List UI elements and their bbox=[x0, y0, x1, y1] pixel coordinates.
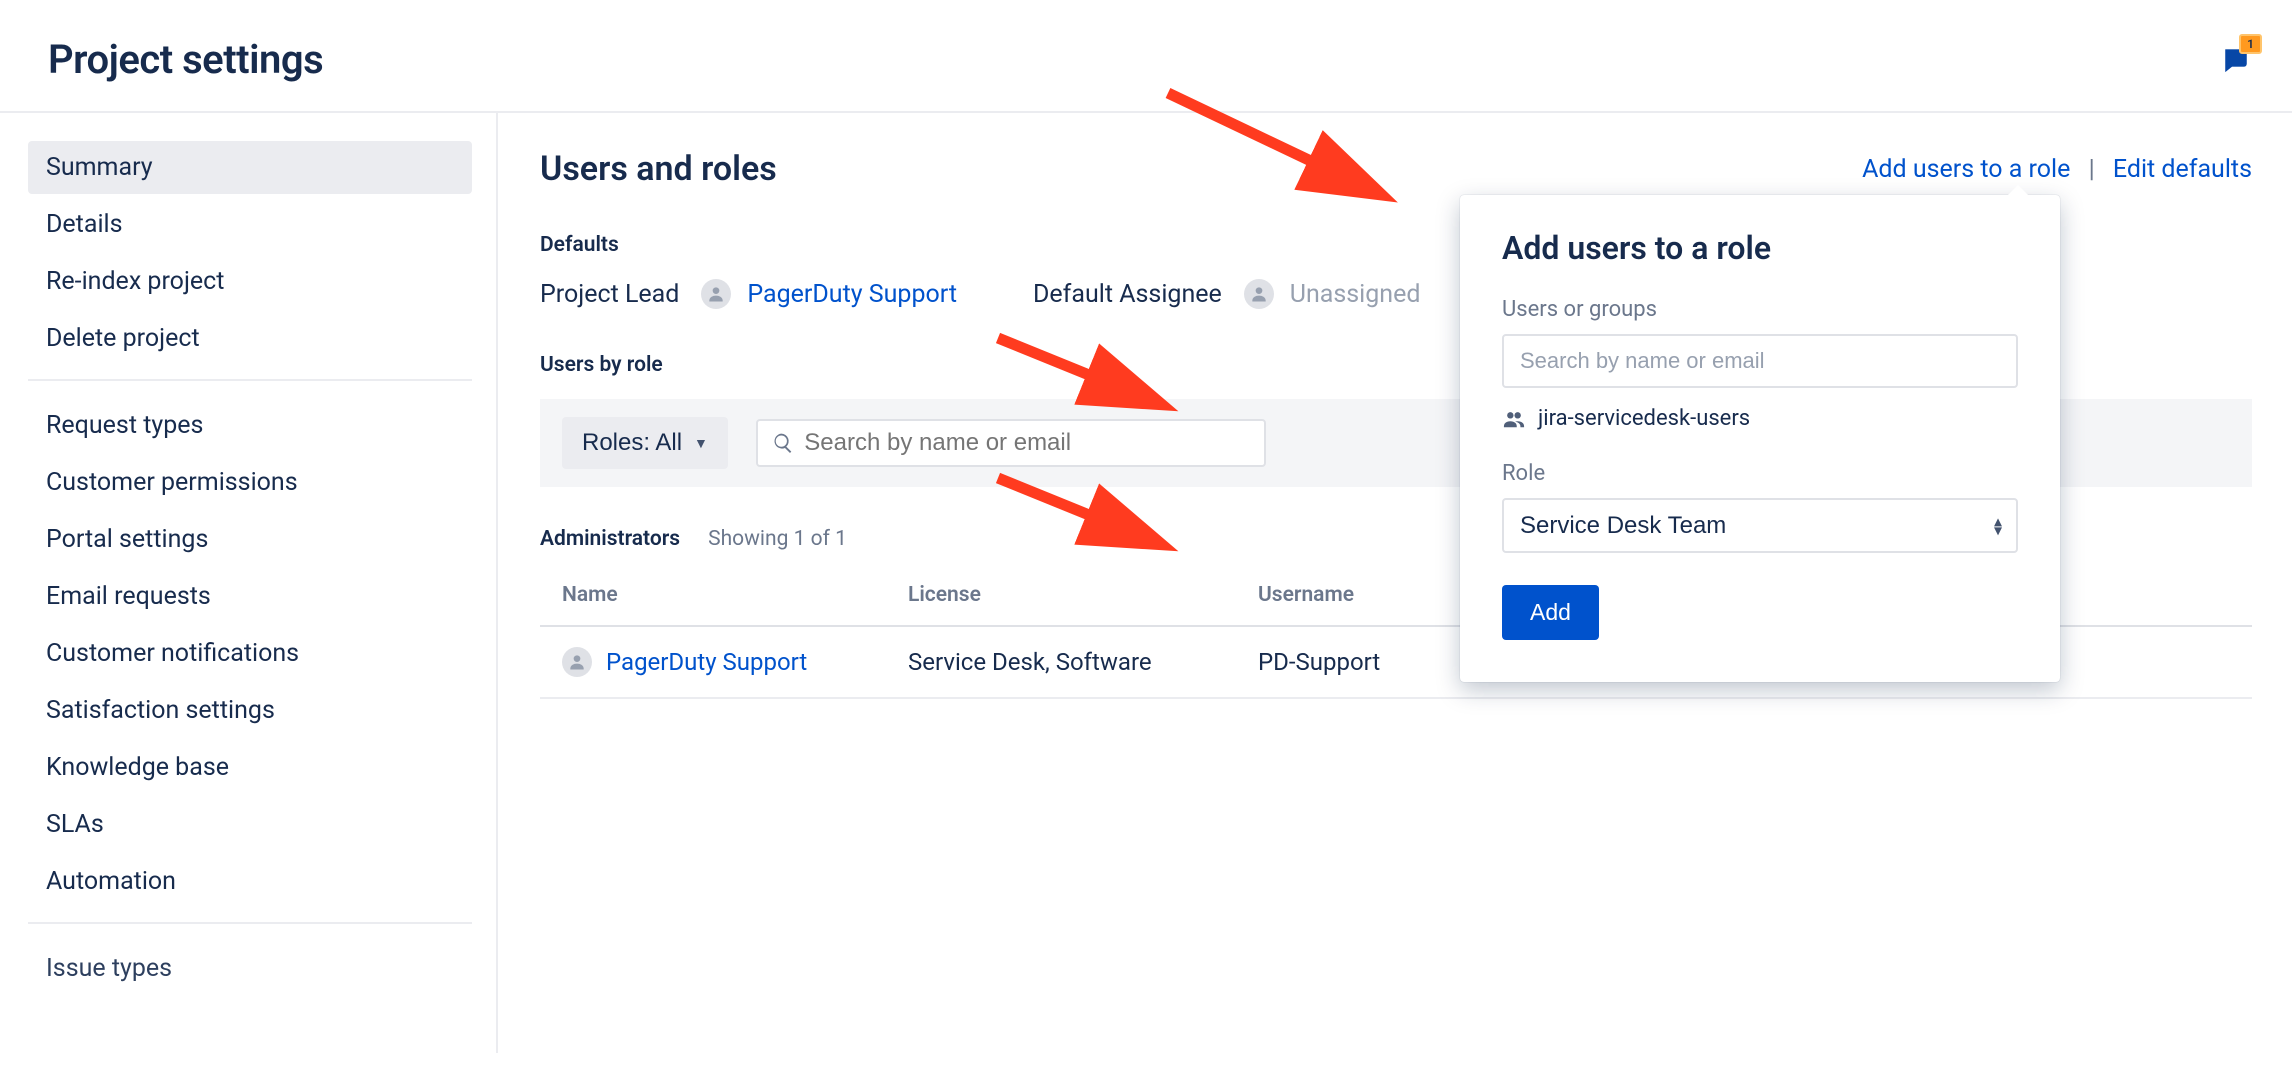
sidebar-item-request-types[interactable]: Request types bbox=[28, 399, 472, 452]
group-chip[interactable]: jira-servicedesk-users bbox=[1502, 406, 2018, 431]
sidebar: Summary Details Re-index project Delete … bbox=[0, 113, 498, 1053]
search-wrapper bbox=[756, 419, 1266, 467]
sidebar-item-portal-settings[interactable]: Portal settings bbox=[28, 513, 472, 566]
role-select[interactable]: Service Desk Team bbox=[1502, 498, 2018, 553]
role-field-label: Role bbox=[1502, 461, 2018, 486]
col-license: License bbox=[900, 569, 1250, 626]
notification-badge: 1 bbox=[2239, 34, 2262, 54]
sidebar-item-details[interactable]: Details bbox=[28, 198, 472, 251]
page-header: Project settings 1 bbox=[0, 0, 2292, 113]
default-assignee-value: Unassigned bbox=[1290, 280, 1421, 309]
roles-filter-button[interactable]: Roles: All ▼ bbox=[562, 417, 728, 469]
section-title: Users and roles bbox=[540, 149, 777, 189]
sidebar-item-satisfaction-settings[interactable]: Satisfaction settings bbox=[28, 684, 472, 737]
edit-defaults-link[interactable]: Edit defaults bbox=[2113, 155, 2252, 184]
sidebar-item-email-requests[interactable]: Email requests bbox=[28, 570, 472, 623]
sidebar-item-automation[interactable]: Automation bbox=[28, 855, 472, 908]
row-name[interactable]: PagerDuty Support bbox=[606, 648, 807, 676]
actions-separator: | bbox=[2089, 155, 2095, 184]
group-chip-label: jira-servicedesk-users bbox=[1538, 406, 1750, 431]
chevron-down-icon: ▼ bbox=[694, 435, 708, 451]
search-input[interactable] bbox=[804, 429, 1250, 457]
sidebar-item-delete[interactable]: Delete project bbox=[28, 312, 472, 365]
add-button[interactable]: Add bbox=[1502, 585, 1599, 640]
users-search-input[interactable] bbox=[1502, 334, 2018, 388]
sidebar-divider bbox=[28, 379, 472, 381]
sidebar-divider bbox=[28, 922, 472, 924]
project-lead-value[interactable]: PagerDuty Support bbox=[747, 280, 957, 309]
project-lead-label: Project Lead bbox=[540, 280, 679, 309]
add-users-popover: Add users to a role Users or groups jira… bbox=[1460, 195, 2060, 682]
search-icon bbox=[772, 431, 794, 455]
avatar-icon bbox=[701, 279, 731, 309]
page-title: Project settings bbox=[48, 36, 323, 83]
add-users-link[interactable]: Add users to a role bbox=[1862, 155, 2070, 184]
sidebar-item-slas[interactable]: SLAs bbox=[28, 798, 472, 851]
sidebar-item-summary[interactable]: Summary bbox=[28, 141, 472, 194]
row-license: Service Desk, Software bbox=[900, 626, 1250, 698]
default-assignee-label: Default Assignee bbox=[1033, 280, 1222, 309]
popover-title: Add users to a role bbox=[1502, 229, 2018, 267]
roles-filter-label: Roles: All bbox=[582, 429, 682, 457]
table-count: Showing 1 of 1 bbox=[708, 527, 847, 551]
avatar-icon bbox=[1244, 279, 1274, 309]
group-icon bbox=[1502, 408, 1526, 430]
sidebar-item-issue-types[interactable]: Issue types bbox=[28, 942, 472, 995]
sidebar-item-knowledge-base[interactable]: Knowledge base bbox=[28, 741, 472, 794]
table-group-label: Administrators bbox=[540, 527, 680, 551]
sidebar-item-customer-notifications[interactable]: Customer notifications bbox=[28, 627, 472, 680]
feedback-icon[interactable]: 1 bbox=[2220, 44, 2252, 76]
sidebar-item-reindex[interactable]: Re-index project bbox=[28, 255, 472, 308]
section-actions: Add users to a role | Edit defaults bbox=[1862, 155, 2252, 184]
avatar-icon bbox=[562, 647, 592, 677]
sidebar-item-customer-permissions[interactable]: Customer permissions bbox=[28, 456, 472, 509]
main-content: Users and roles Add users to a role | Ed… bbox=[498, 113, 2292, 1053]
col-name: Name bbox=[540, 569, 900, 626]
users-field-label: Users or groups bbox=[1502, 297, 2018, 322]
